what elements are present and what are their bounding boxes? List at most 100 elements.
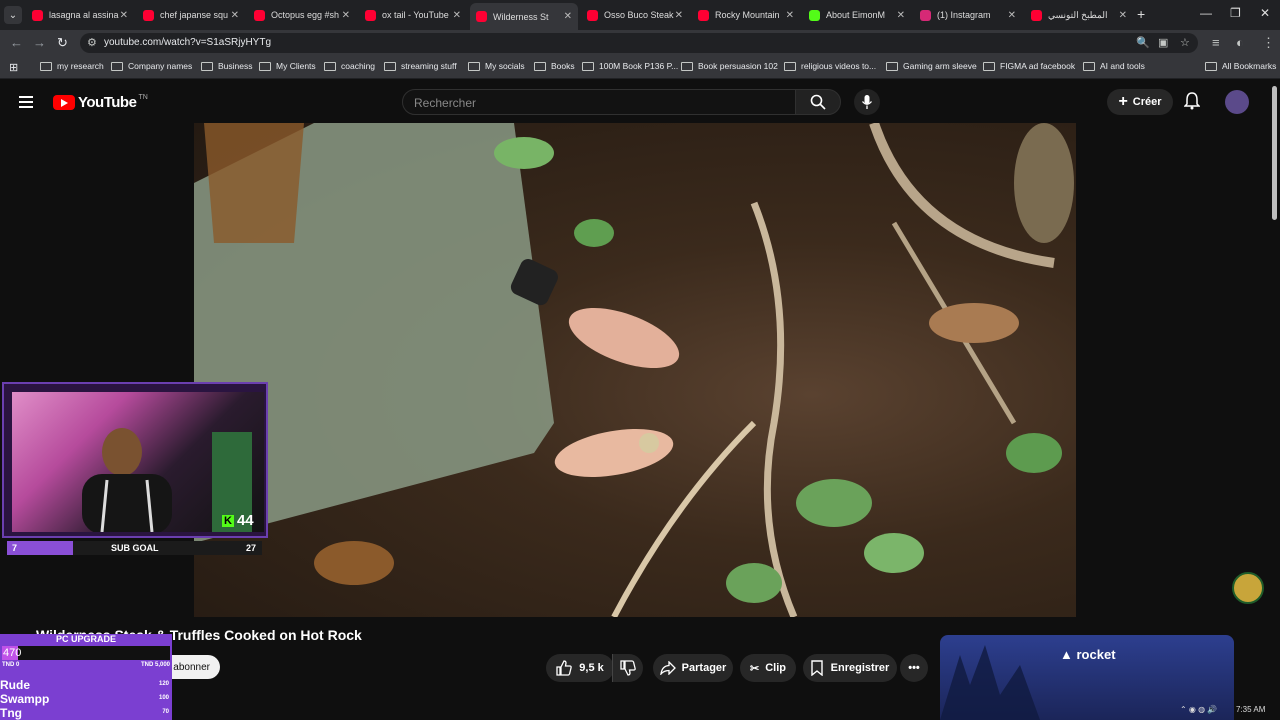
- folder-icon: [886, 61, 898, 71]
- site-info-icon[interactable]: ⚙: [87, 36, 97, 49]
- page-scrollbar[interactable]: [1272, 86, 1277, 220]
- tab-close-icon[interactable]: ✕: [120, 10, 128, 21]
- create-label: Créer: [1132, 96, 1162, 108]
- bookmark-item[interactable]: Books: [534, 61, 575, 71]
- forward-icon[interactable]: →: [33, 35, 46, 50]
- thumbs-up-icon: [556, 660, 573, 676]
- tab-search-button[interactable]: ⌄: [4, 6, 22, 24]
- tab-favicon-icon: [32, 9, 43, 21]
- tab-close-icon[interactable]: ✕: [564, 11, 572, 22]
- sub-goal-target: 27: [245, 543, 256, 553]
- bookmark-item[interactable]: AI and tools: [1083, 61, 1145, 71]
- reload-icon[interactable]: ↻: [57, 35, 68, 51]
- notifications-bell-icon[interactable]: [1184, 92, 1200, 110]
- tab-close-icon[interactable]: ✕: [1008, 10, 1016, 21]
- kick-count: 44: [236, 512, 254, 529]
- create-button[interactable]: + Créer: [1107, 89, 1173, 115]
- tab-favicon-icon: [587, 9, 598, 21]
- subscribe-label: abonner: [173, 661, 210, 673]
- thumbs-down-icon: [620, 660, 636, 676]
- browser-tab[interactable]: ox tail - YouTube ✕: [359, 4, 467, 26]
- back-icon[interactable]: ←: [10, 35, 23, 50]
- tab-close-icon[interactable]: ✕: [342, 10, 350, 21]
- browser-tab[interactable]: Rocky Mountain ✕: [692, 4, 800, 26]
- video-player[interactable]: [194, 123, 1076, 617]
- logo-text: YouTube: [78, 94, 137, 111]
- tab-close-icon[interactable]: ✕: [1119, 10, 1127, 21]
- bookmark-item[interactable]: Business: [201, 61, 253, 71]
- browser-tab[interactable]: Osso Buco Steak ✕: [581, 4, 689, 26]
- save-button[interactable]: Enregistrer: [803, 654, 897, 682]
- like-count: 9,5 k: [579, 662, 604, 674]
- media-icon[interactable]: ≡: [1212, 35, 1220, 50]
- share-button[interactable]: Partager: [653, 654, 733, 682]
- tab-favicon-icon: [920, 9, 931, 21]
- bookmark-label: Book persuasion 102: [698, 61, 778, 71]
- browser-tab[interactable]: lasagna al assina ✕: [26, 4, 134, 26]
- tab-close-icon[interactable]: ✕: [897, 10, 905, 21]
- hamburger-menu-icon[interactable]: [19, 96, 33, 111]
- install-icon[interactable]: ▣: [1158, 36, 1168, 49]
- address-bar[interactable]: ⚙ youtube.com/watch?v=S1aSRjyHYTg 🔍 ▣ ☆: [80, 33, 1198, 53]
- pc-upgrade-value: 470: [3, 647, 22, 659]
- bookmark-item[interactable]: 100M Book P136 P...: [582, 61, 678, 71]
- voice-search-button[interactable]: [854, 89, 880, 115]
- more-actions-button[interactable]: •••: [900, 654, 928, 682]
- search-icon: [810, 94, 826, 110]
- browser-tab[interactable]: Octopus egg #sh ✕: [248, 4, 356, 26]
- leader-score: 100: [158, 695, 169, 701]
- maximize-button[interactable]: ❐: [1230, 6, 1241, 20]
- leaderboard-row: Tng 70: [0, 706, 172, 720]
- webcam-feed: [12, 392, 264, 534]
- clip-button[interactable]: ✂ Clip: [740, 654, 796, 682]
- tab-close-icon[interactable]: ✕: [675, 10, 683, 21]
- bookmark-item[interactable]: Gaming arm sleeve: [886, 61, 977, 71]
- bookmark-item[interactable]: My Clients: [259, 61, 316, 71]
- bookmark-item[interactable]: religious videos to...: [784, 61, 876, 71]
- folder-icon: [1205, 61, 1217, 71]
- folder-icon: [582, 61, 594, 71]
- bookmark-item[interactable]: My socials: [468, 61, 525, 71]
- bookmark-star-icon[interactable]: ☆: [1180, 36, 1190, 49]
- tab-title: Osso Buco Steak: [604, 10, 674, 20]
- browser-tab[interactable]: (1) Instagram ✕: [914, 4, 1022, 26]
- url-text[interactable]: youtube.com/watch?v=S1aSRjyHYTg: [104, 37, 271, 48]
- account-avatar[interactable]: [1225, 90, 1249, 114]
- bookmark-item[interactable]: coaching: [324, 61, 375, 71]
- bookmark-item[interactable]: Company names: [111, 61, 192, 71]
- youtube-logo[interactable]: YouTube TN: [53, 94, 148, 111]
- minimize-button[interactable]: —: [1200, 6, 1212, 20]
- bookmark-item[interactable]: Book persuasion 102: [681, 61, 778, 71]
- bookmark-item[interactable]: streaming stuff: [384, 61, 457, 71]
- search-input[interactable]: Rechercher: [402, 89, 796, 115]
- bookmark-label: religious videos to...: [801, 61, 877, 71]
- close-window-button[interactable]: ✕: [1260, 6, 1270, 20]
- zoom-icon[interactable]: 🔍: [1136, 36, 1150, 49]
- tab-close-icon[interactable]: ✕: [231, 10, 239, 21]
- clock: 7:35 AM: [1236, 705, 1266, 714]
- menu-icon[interactable]: ⋮: [1262, 35, 1275, 51]
- browser-tab[interactable]: Wilderness St ✕: [470, 3, 578, 30]
- bookmark-item[interactable]: All Bookmarks: [1205, 61, 1276, 71]
- new-tab-button[interactable]: +: [1137, 6, 1145, 22]
- like-button[interactable]: 9,5 k: [546, 654, 614, 682]
- bookmark-icon: [810, 660, 823, 676]
- channel-watermark[interactable]: [1232, 572, 1264, 604]
- streamer-silhouette: [82, 428, 252, 534]
- tab-close-icon[interactable]: ✕: [786, 10, 794, 21]
- bookmark-label: my research: [57, 61, 104, 71]
- apps-icon[interactable]: ⊞: [9, 61, 18, 74]
- tab-title: Octopus egg #sh: [271, 10, 340, 20]
- folder-icon: [259, 61, 271, 71]
- bookmark-label: Company names: [128, 61, 193, 71]
- browser-tab[interactable]: About EimonM ✕: [803, 4, 911, 26]
- profile-icon[interactable]: ◐: [1236, 35, 1244, 50]
- browser-tab[interactable]: المطبخ التونسي ✕: [1025, 4, 1133, 26]
- search-button[interactable]: [795, 89, 841, 115]
- pc-range-max: TND 5,000: [140, 662, 170, 668]
- dislike-button[interactable]: [612, 654, 643, 682]
- bookmark-item[interactable]: FIGMA ad facebook: [983, 61, 1075, 71]
- tab-close-icon[interactable]: ✕: [453, 10, 461, 21]
- browser-tab[interactable]: chef japanse squ ✕: [137, 4, 245, 26]
- bookmark-item[interactable]: my research: [40, 61, 104, 71]
